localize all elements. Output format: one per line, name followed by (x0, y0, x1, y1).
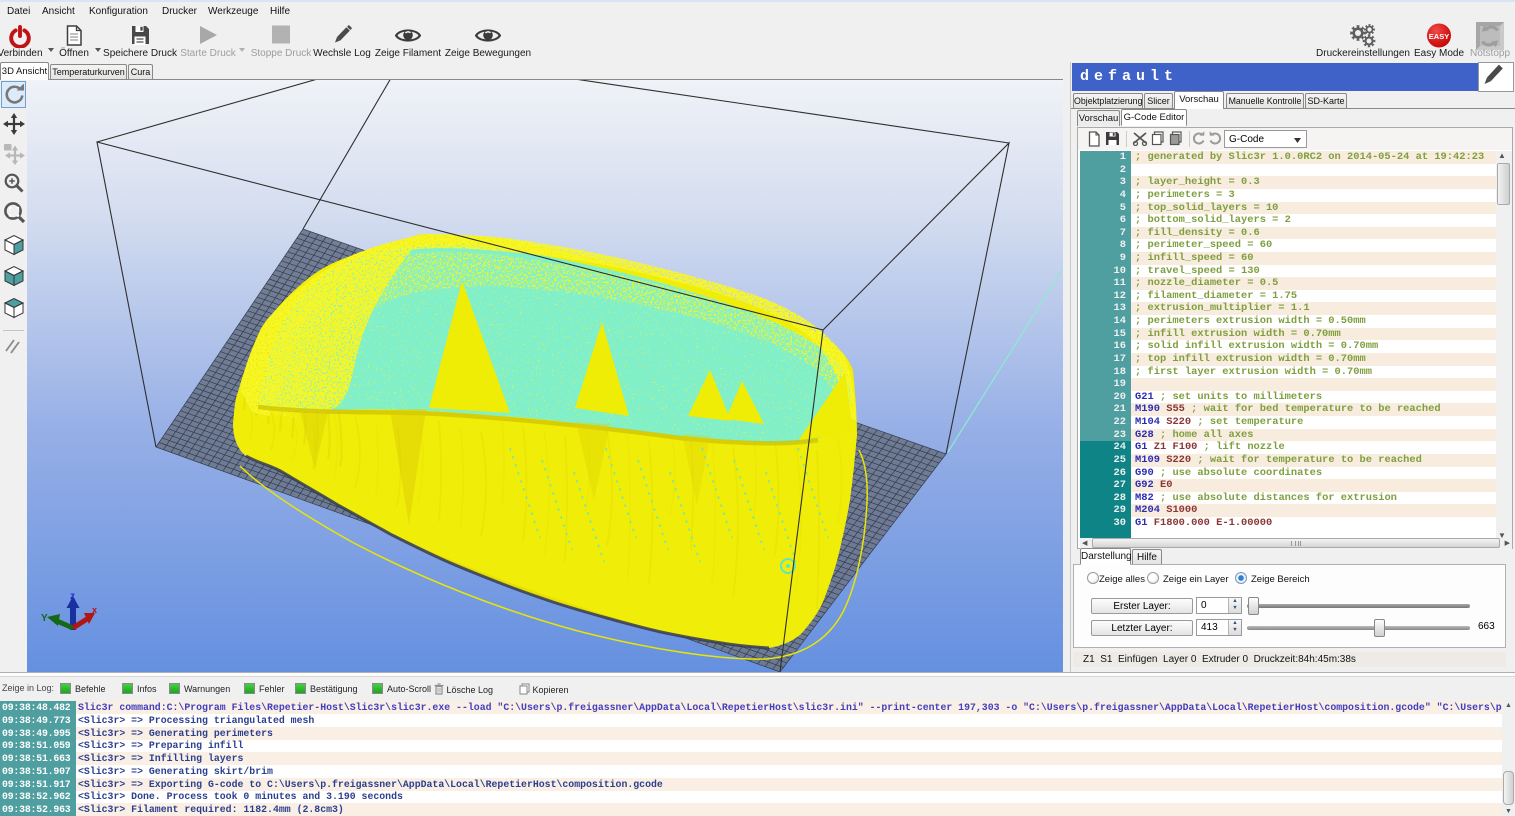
svg-text:EASY: EASY (1429, 32, 1449, 41)
svg-text:Y: Y (41, 613, 48, 624)
svg-text:z: z (70, 591, 75, 602)
svg-text:x: x (92, 605, 97, 615)
